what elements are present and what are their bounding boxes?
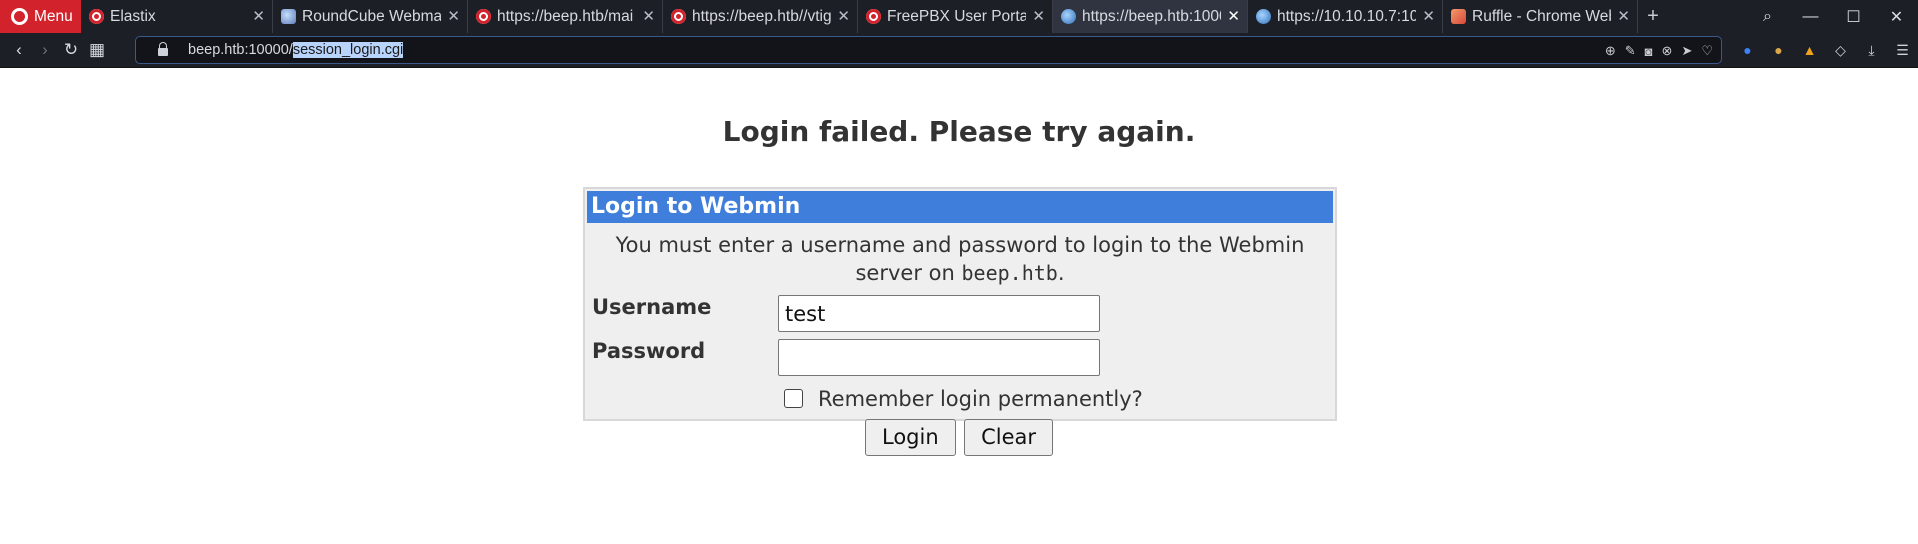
tab-ruffle[interactable]: Ruffle - Chrome Web ✕: [1443, 0, 1638, 33]
webmin-icon: [1256, 9, 1271, 24]
webmin-page: Login failed. Please try again. Login to…: [0, 68, 1918, 544]
search-tabs-icon[interactable]: ⌕: [1746, 8, 1789, 26]
tab-title: https://10.10.10.7:100: [1277, 7, 1416, 25]
password-label: Password: [592, 339, 706, 363]
intro-host: beep.htb: [961, 261, 1058, 285]
username-label: Username: [592, 295, 712, 319]
tab-title: https://beep.htb:1000: [1082, 7, 1221, 25]
url-bar[interactable]: beep.htb:10000/session_login.cgi ⊕ ✎ ◙ ⊗…: [135, 36, 1722, 64]
tab-title: RoundCube Webmai: [302, 7, 441, 25]
login-button[interactable]: Login: [864, 419, 956, 456]
url-actions: ⊕ ✎ ◙ ⊗ ➤ ♡: [1605, 37, 1713, 65]
close-window-icon[interactable]: ✕: [1875, 7, 1918, 27]
close-icon[interactable]: ✕: [642, 0, 655, 33]
roundcube-icon: [281, 9, 296, 24]
extension-blue-icon[interactable]: ●: [1732, 42, 1763, 58]
close-icon[interactable]: ✕: [1422, 0, 1435, 33]
password-row: Password: [585, 331, 1335, 376]
close-icon[interactable]: ✕: [1617, 0, 1630, 33]
tab-beep-vtiger[interactable]: https://beep.htb//vtig ✕: [663, 0, 858, 33]
lock-icon[interactable]: [158, 42, 168, 56]
elastix-icon: [671, 9, 686, 24]
elastix-icon: [866, 9, 881, 24]
heart-icon[interactable]: ♡: [1701, 43, 1713, 59]
burp-icon[interactable]: ▲: [1794, 42, 1825, 58]
login-box: Login to Webmin You must enter a usernam…: [583, 187, 1337, 421]
remember-checkbox[interactable]: [784, 389, 803, 408]
minimize-icon[interactable]: —: [1789, 8, 1832, 26]
clear-button[interactable]: Clear: [964, 419, 1054, 456]
tab-elastix[interactable]: Elastix ✕: [81, 0, 273, 33]
close-icon[interactable]: ✕: [447, 0, 460, 33]
opera-logo-icon: [11, 8, 28, 25]
easy-setup-icon[interactable]: ☰: [1887, 42, 1918, 59]
username-row: Username: [585, 287, 1335, 332]
close-icon[interactable]: ✕: [837, 0, 850, 33]
elastix-icon: [476, 9, 491, 24]
tab-beep-mail[interactable]: https://beep.htb/mai ✕: [468, 0, 663, 33]
tab-title: Ruffle - Chrome Web: [1472, 7, 1611, 25]
tab-title: Elastix: [110, 7, 156, 25]
tab-roundcube[interactable]: RoundCube Webmai ✕: [273, 0, 468, 33]
tab-title: FreePBX User Portal: [887, 7, 1026, 25]
close-icon[interactable]: ✕: [252, 0, 265, 33]
close-icon[interactable]: ✕: [1032, 0, 1045, 33]
block-icon[interactable]: ⊗: [1662, 43, 1673, 59]
remember-label: Remember login permanently?: [818, 387, 1143, 411]
reload-icon[interactable]: ↻: [58, 40, 84, 60]
send-icon[interactable]: ➤: [1681, 43, 1692, 59]
browser-menu-button[interactable]: Menu: [0, 0, 81, 33]
form-buttons: Login Clear: [0, 419, 1918, 456]
login-failed-heading: Login failed. Please try again.: [722, 115, 1196, 148]
zoom-icon[interactable]: ⊕: [1605, 43, 1616, 59]
tab-beep-10000-active[interactable]: https://beep.htb:1000 ✕: [1053, 0, 1248, 33]
login-intro: You must enter a username and password t…: [585, 231, 1335, 287]
tab-strip: Menu Elastix ✕ RoundCube Webmai ✕ https:…: [0, 0, 1918, 33]
edit-icon[interactable]: ✎: [1625, 43, 1636, 59]
cube-icon[interactable]: ◇: [1825, 42, 1856, 59]
new-tab-plus-icon[interactable]: +: [1638, 0, 1668, 33]
tab-title: https://beep.htb//vtig: [692, 7, 831, 25]
forward-icon[interactable]: ›: [32, 40, 58, 60]
menu-label: Menu: [34, 7, 73, 25]
back-icon[interactable]: ‹: [6, 40, 32, 60]
ruffle-icon: [1451, 9, 1466, 24]
url-host: beep.htb:10000/: [188, 42, 293, 58]
url-path-selected: session_login.cgi: [292, 42, 404, 58]
close-icon[interactable]: ✕: [1227, 0, 1240, 33]
cookie-icon[interactable]: ●: [1763, 42, 1794, 58]
url-text[interactable]: beep.htb:10000/session_login.cgi: [188, 42, 404, 58]
address-toolbar: ‹ › ↻ ▦ beep.htb:10000/session_login.cgi…: [0, 33, 1918, 68]
remember-row: Remember login permanently?: [585, 375, 1335, 419]
tab-title: https://beep.htb/mai: [497, 7, 634, 25]
window-controls: ⌕ — ☐ ✕: [1746, 0, 1918, 33]
password-input[interactable]: [778, 339, 1100, 376]
webmin-icon: [1061, 9, 1076, 24]
username-input[interactable]: [778, 295, 1100, 332]
tab-grid-icon[interactable]: ▦: [84, 40, 110, 60]
elastix-icon: [89, 9, 104, 24]
tab-freepbx[interactable]: FreePBX User Portal ✕: [858, 0, 1053, 33]
login-box-title: Login to Webmin: [587, 191, 1333, 223]
camera-icon[interactable]: ◙: [1645, 44, 1653, 59]
extensions-area: ● ● ▲ ◇ ⤓ ☰: [1732, 33, 1918, 67]
intro-text: You must enter a username and password t…: [615, 233, 1305, 285]
download-icon[interactable]: ⤓: [1856, 42, 1887, 59]
tab-ip-10000[interactable]: https://10.10.10.7:100 ✕: [1248, 0, 1443, 33]
maximize-icon[interactable]: ☐: [1832, 7, 1875, 27]
intro-end: .: [1057, 261, 1065, 285]
